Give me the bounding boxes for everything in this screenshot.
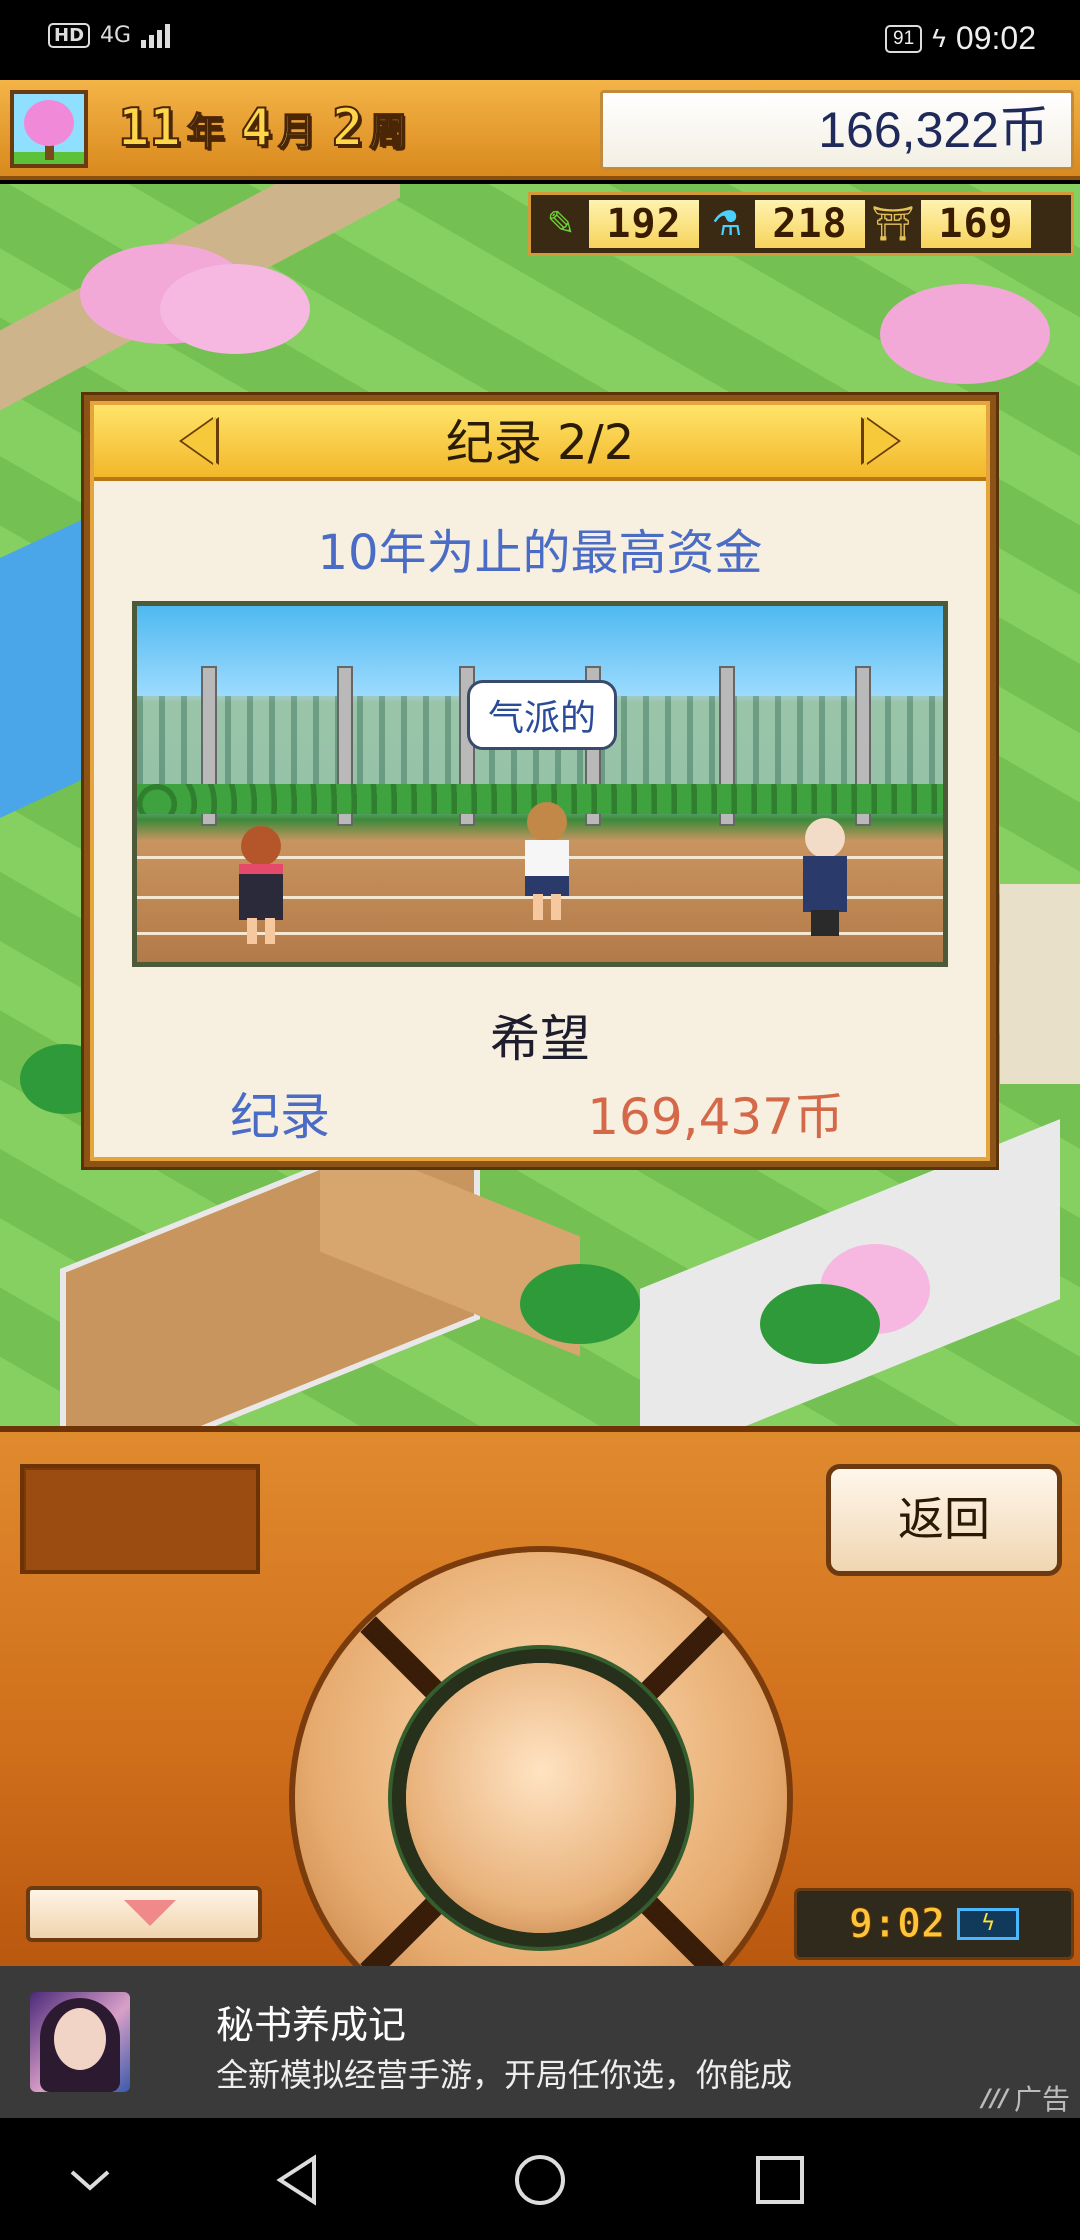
month-number: 4: [240, 97, 273, 159]
network-label: 4G: [100, 22, 132, 48]
ad-tag-label: 广告: [1013, 2083, 1070, 2116]
month-unit: 月: [277, 109, 317, 155]
charging-icon: ϟ: [932, 23, 946, 53]
chevron-down-icon: [124, 1900, 176, 1926]
ad-app-icon[interactable]: [30, 1992, 130, 2092]
record-value: 169,437币: [587, 1088, 844, 1146]
game-clock: 9:02 ϟ: [794, 1888, 1074, 1960]
prev-arrow-icon[interactable]: [182, 417, 216, 465]
home-circle-icon[interactable]: [512, 2152, 568, 2208]
dpad-center-button[interactable]: [406, 1663, 676, 1933]
year-unit: 年: [186, 109, 226, 155]
resource-stats: ✎ 192 ⚗ 218 ⛩ 169: [528, 192, 1074, 256]
stat-study-value: 192: [589, 200, 699, 248]
game-header: 11 年 4 月 2 周 166,322币: [0, 80, 1080, 180]
girl-character-left: [233, 826, 289, 946]
signal-icon: [141, 22, 171, 48]
ad-banner[interactable]: 秘书养成记 全新模拟经营手游，开局任你选，你能成 /// 广告: [0, 1966, 1080, 2118]
dialog-title-bar: 纪录 2/2: [94, 405, 986, 481]
status-time: 09:02: [955, 20, 1036, 56]
money-display: 166,322币: [600, 90, 1074, 170]
stat-research-value: 218: [755, 200, 865, 248]
ad-logo-icon: ///: [981, 2084, 1008, 2112]
cherry-tree-icon[interactable]: [10, 90, 88, 168]
back-button[interactable]: 返回: [826, 1464, 1062, 1576]
principal-character-right: [797, 818, 853, 938]
ad-tag: /// 广告: [982, 2078, 1070, 2118]
status-left: HD 4G: [48, 22, 171, 48]
game-date: 11 年 4 月 2 周: [117, 97, 417, 159]
ad-description[interactable]: 全新模拟经营手游，开局任你选，你能成: [216, 2050, 792, 2096]
navigation-bar: [0, 2118, 1080, 2240]
battery-charging-icon: ϟ: [957, 1908, 1020, 1940]
student-name: 希望: [490, 1010, 590, 1068]
battery-icon: 91: [885, 24, 923, 53]
week-number: 2: [331, 97, 364, 159]
year-number: 11: [117, 97, 182, 159]
clock-time: 9:02: [848, 1901, 946, 1948]
next-arrow-icon[interactable]: [864, 417, 898, 465]
info-slot: [20, 1464, 260, 1574]
flask-icon: ⚗: [711, 204, 743, 244]
record-label: 纪录: [230, 1088, 330, 1146]
recents-square-icon[interactable]: [752, 2152, 808, 2208]
dialog-title: 纪录 2/2: [445, 415, 635, 471]
speech-bubble: 气派的: [467, 680, 618, 750]
pagoda-icon: ⛩: [871, 204, 915, 244]
control-panel: 返回 9:02 ϟ: [0, 1426, 1080, 2044]
status-bar: HD 4G 91 ϟ 09:02: [0, 0, 1080, 80]
ad-title[interactable]: 秘书养成记: [216, 1994, 406, 2049]
chevron-down-icon[interactable]: [62, 2152, 118, 2208]
pencil-icon: ✎: [546, 204, 576, 244]
record-dialog: 纪录 2/2 10年为止的最高资金 气派的 希望 纪录 169,437币: [84, 395, 996, 1167]
back-triangle-icon[interactable]: [272, 2152, 328, 2208]
status-right: 91 ϟ 09:02: [885, 20, 1036, 57]
student-character-center: [519, 802, 575, 922]
hd-badge: HD: [48, 22, 91, 48]
dialog-subtitle: 10年为止的最高资金: [317, 525, 763, 581]
record-scene-image: 气派的: [132, 601, 948, 967]
week-unit: 周: [369, 109, 409, 155]
collapse-button[interactable]: [26, 1886, 262, 1942]
stat-culture-value: 169: [921, 200, 1031, 248]
